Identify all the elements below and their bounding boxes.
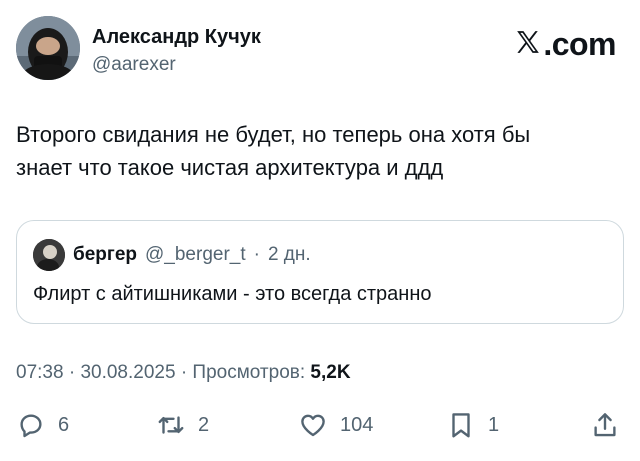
reply-count: 6: [58, 413, 70, 436]
tweet-date[interactable]: 30.08.2025: [80, 362, 175, 383]
tweet-text-line: знает что такое чистая архитектура и ддд: [16, 155, 444, 180]
author-avatar[interactable]: [16, 16, 80, 80]
site-brand: .com: [515, 26, 616, 63]
views-count: 5,2K: [310, 362, 351, 383]
site-domain: .com: [543, 26, 616, 62]
quoted-separator: ·: [253, 244, 260, 265]
repost-count: 2: [198, 413, 210, 436]
bookmark-icon: [446, 410, 476, 440]
views-label: Просмотров:: [192, 362, 306, 383]
quoted-timestamp[interactable]: 2 дн.: [268, 244, 311, 266]
quoted-text: Флирт с айтишниками - это всегда странно: [33, 283, 432, 305]
quoted-header: бергер @_berger_t · 2 дн.: [73, 244, 311, 266]
meta-separator: ·: [180, 362, 188, 383]
reply-button[interactable]: 6: [16, 405, 69, 445]
author-handle[interactable]: @aarexer: [92, 54, 176, 76]
repost-icon: [156, 410, 186, 440]
bookmark-button[interactable]: 1: [446, 405, 499, 445]
share-icon: [590, 410, 620, 440]
like-count: 104: [340, 413, 374, 436]
action-bar: 6 2 104 1: [0, 405, 640, 445]
tweet-text-line: Второго свидания не будет, но теперь она…: [16, 122, 531, 147]
quoted-author-avatar[interactable]: [33, 239, 65, 271]
quoted-tweet[interactable]: бергер @_berger_t · 2 дн. Флирт с айтишн…: [16, 220, 624, 324]
x-logo-icon: [515, 29, 541, 60]
author-name[interactable]: Александр Кучук: [92, 26, 261, 49]
reply-icon: [16, 410, 46, 440]
meta-separator: ·: [68, 362, 76, 383]
tweet-meta: 07:38 · 30.08.2025 · Просмотров: 5,2K: [16, 362, 351, 384]
like-button[interactable]: 104: [298, 405, 373, 445]
tweet-text: Второго свидания не будет, но теперь она…: [16, 118, 616, 184]
repost-button[interactable]: 2: [156, 405, 209, 445]
bookmark-count: 1: [488, 413, 500, 436]
tweet-time[interactable]: 07:38: [16, 362, 64, 383]
quoted-author-handle[interactable]: @_berger_t: [145, 244, 246, 266]
quoted-author-name[interactable]: бергер: [73, 244, 137, 266]
share-button[interactable]: [590, 405, 620, 445]
like-icon: [298, 410, 328, 440]
